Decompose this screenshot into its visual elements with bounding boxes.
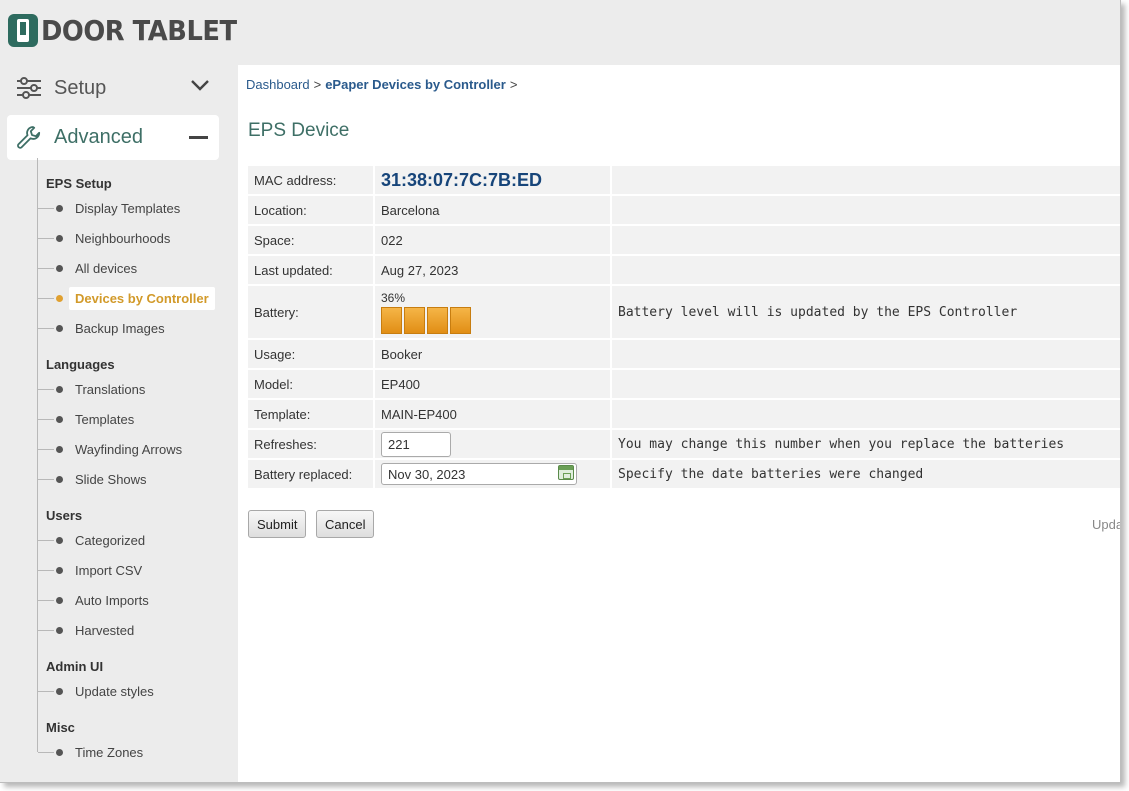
template-label: Template: bbox=[248, 400, 373, 428]
battery-replaced-date-input[interactable] bbox=[381, 463, 577, 485]
bullet-icon bbox=[56, 748, 63, 756]
location-value: Barcelona bbox=[373, 196, 610, 224]
battery-cell: 36% bbox=[373, 286, 610, 338]
bullet-icon bbox=[56, 536, 63, 544]
tablet-logo-icon bbox=[8, 13, 38, 47]
space-label: Space: bbox=[248, 226, 373, 254]
refreshes-note: You may change this number when you repl… bbox=[610, 430, 1120, 458]
sidebar-item-all-devices[interactable]: All devices bbox=[38, 256, 137, 280]
collapse-minus-icon[interactable] bbox=[189, 136, 208, 139]
nav-setup[interactable]: Setup bbox=[8, 66, 220, 110]
bullet-icon bbox=[56, 626, 63, 634]
breadcrumb-dashboard[interactable]: Dashboard bbox=[246, 77, 310, 92]
page-title: EPS Device bbox=[248, 120, 350, 141]
door-tablet-logo[interactable]: DOOR TABLET bbox=[8, 13, 254, 47]
section-admin-ui: Admin UI bbox=[46, 659, 104, 674]
sidebar-item-harvested[interactable]: Harvested bbox=[38, 618, 134, 642]
bullet-icon bbox=[56, 324, 63, 332]
battery-percent: 36% bbox=[381, 291, 406, 305]
device-details-table: MAC address: 31:38:07:7C:7B:ED Location:… bbox=[248, 164, 1120, 490]
battery-replaced-label: Battery replaced: bbox=[248, 460, 373, 488]
submit-button[interactable]: Submit bbox=[248, 510, 307, 538]
bullet-icon bbox=[56, 475, 63, 483]
row-battery-replaced: Battery replaced: Specify the date batte… bbox=[248, 460, 1120, 488]
bullet-icon bbox=[56, 687, 63, 695]
brand-name: DOOR TABLET bbox=[41, 13, 237, 47]
section-eps-setup: EPS Setup bbox=[46, 176, 112, 191]
battery-label: Battery: bbox=[248, 286, 373, 338]
bullet-icon bbox=[56, 566, 63, 574]
refreshes-input[interactable] bbox=[381, 431, 451, 457]
row-mac: MAC address: 31:38:07:7C:7B:ED bbox=[248, 166, 1120, 194]
usage-value: Booker bbox=[373, 340, 610, 368]
section-languages: Languages bbox=[46, 357, 115, 372]
sidebar-item-categorized[interactable]: Categorized bbox=[38, 528, 145, 552]
bullet-icon bbox=[56, 385, 63, 393]
sidebar-item-time-zones[interactable]: Time Zones bbox=[38, 740, 143, 764]
main-panel: Dashboard > ePaper Devices by Controller > … bbox=[238, 65, 1121, 782]
bullet-icon bbox=[56, 294, 63, 302]
nav-advanced-label: Advanced bbox=[54, 126, 143, 148]
section-misc: Misc bbox=[46, 720, 75, 735]
sidebar-item-wayfinding-arrows[interactable]: Wayfinding Arrows bbox=[38, 437, 182, 461]
row-space: Space: 022 bbox=[248, 226, 1120, 254]
cancel-button[interactable]: Cancel bbox=[316, 510, 375, 538]
mac-label: MAC address: bbox=[248, 166, 373, 194]
breadcrumb-devices-by-controller[interactable]: ePaper Devices by Controller bbox=[325, 77, 506, 92]
battery-level-icon bbox=[381, 307, 604, 334]
location-label: Location: bbox=[248, 196, 373, 224]
row-location: Location: Barcelona bbox=[248, 196, 1120, 224]
nav-setup-label: Setup bbox=[54, 76, 107, 99]
sidebar-item-backup-images[interactable]: Backup Images bbox=[38, 316, 165, 340]
chevron-down-icon[interactable] bbox=[190, 78, 210, 92]
battery-note: Battery level will is updated by the EPS… bbox=[610, 286, 1120, 338]
space-value: 022 bbox=[373, 226, 610, 254]
row-template: Template: MAIN-EP400 bbox=[248, 400, 1120, 428]
usage-label: Usage: bbox=[248, 340, 373, 368]
model-label: Model: bbox=[248, 370, 373, 398]
model-value: EP400 bbox=[373, 370, 610, 398]
section-users: Users bbox=[46, 508, 83, 523]
bullet-icon bbox=[56, 264, 63, 272]
row-last-updated: Last updated: Aug 27, 2023 bbox=[248, 256, 1120, 284]
app-window: DOOR TABLET Setup Advanced EPS Setup Dis… bbox=[0, 0, 1121, 783]
template-value: MAIN-EP400 bbox=[373, 400, 610, 428]
row-usage: Usage: Booker bbox=[248, 340, 1120, 368]
bullet-icon bbox=[56, 234, 63, 242]
battery-replaced-note: Specify the date batteries were changed bbox=[610, 460, 1120, 488]
sidebar-item-update-styles[interactable]: Update styles bbox=[38, 679, 154, 703]
updated-status-text: Upda bbox=[1092, 517, 1121, 532]
row-battery: Battery: 36% Battery level will is updat… bbox=[248, 286, 1120, 338]
wrench-icon bbox=[17, 125, 41, 149]
bullet-icon bbox=[56, 204, 63, 212]
sidebar-item-auto-imports[interactable]: Auto Imports bbox=[38, 588, 149, 612]
row-refreshes: Refreshes: You may change this number wh… bbox=[248, 430, 1120, 458]
sidebar-item-display-templates[interactable]: Display Templates bbox=[38, 196, 180, 220]
bullet-icon bbox=[56, 445, 63, 453]
sidebar-item-neighbourhoods[interactable]: Neighbourhoods bbox=[38, 226, 170, 250]
last-updated-value: Aug 27, 2023 bbox=[373, 256, 610, 284]
nav-advanced[interactable]: Advanced bbox=[7, 115, 219, 160]
bullet-icon bbox=[56, 596, 63, 604]
mac-address: 31:38:07:7C:7B:ED bbox=[381, 169, 543, 190]
sidebar-item-translations[interactable]: Translations bbox=[38, 377, 145, 401]
sliders-icon bbox=[17, 77, 41, 99]
sidebar-item-slide-shows[interactable]: Slide Shows bbox=[38, 467, 147, 491]
refreshes-label: Refreshes: bbox=[248, 430, 373, 458]
sidebar-item-import-csv[interactable]: Import CSV bbox=[38, 558, 142, 582]
breadcrumb: Dashboard > ePaper Devices by Controller > bbox=[246, 77, 518, 92]
last-updated-label: Last updated: bbox=[248, 256, 373, 284]
sidebar-item-devices-by-controller[interactable]: Devices by Controller bbox=[38, 286, 215, 310]
row-model: Model: EP400 bbox=[248, 370, 1120, 398]
sidebar-item-templates[interactable]: Templates bbox=[38, 407, 134, 431]
bullet-icon bbox=[56, 415, 63, 423]
calendar-icon[interactable] bbox=[558, 465, 574, 480]
